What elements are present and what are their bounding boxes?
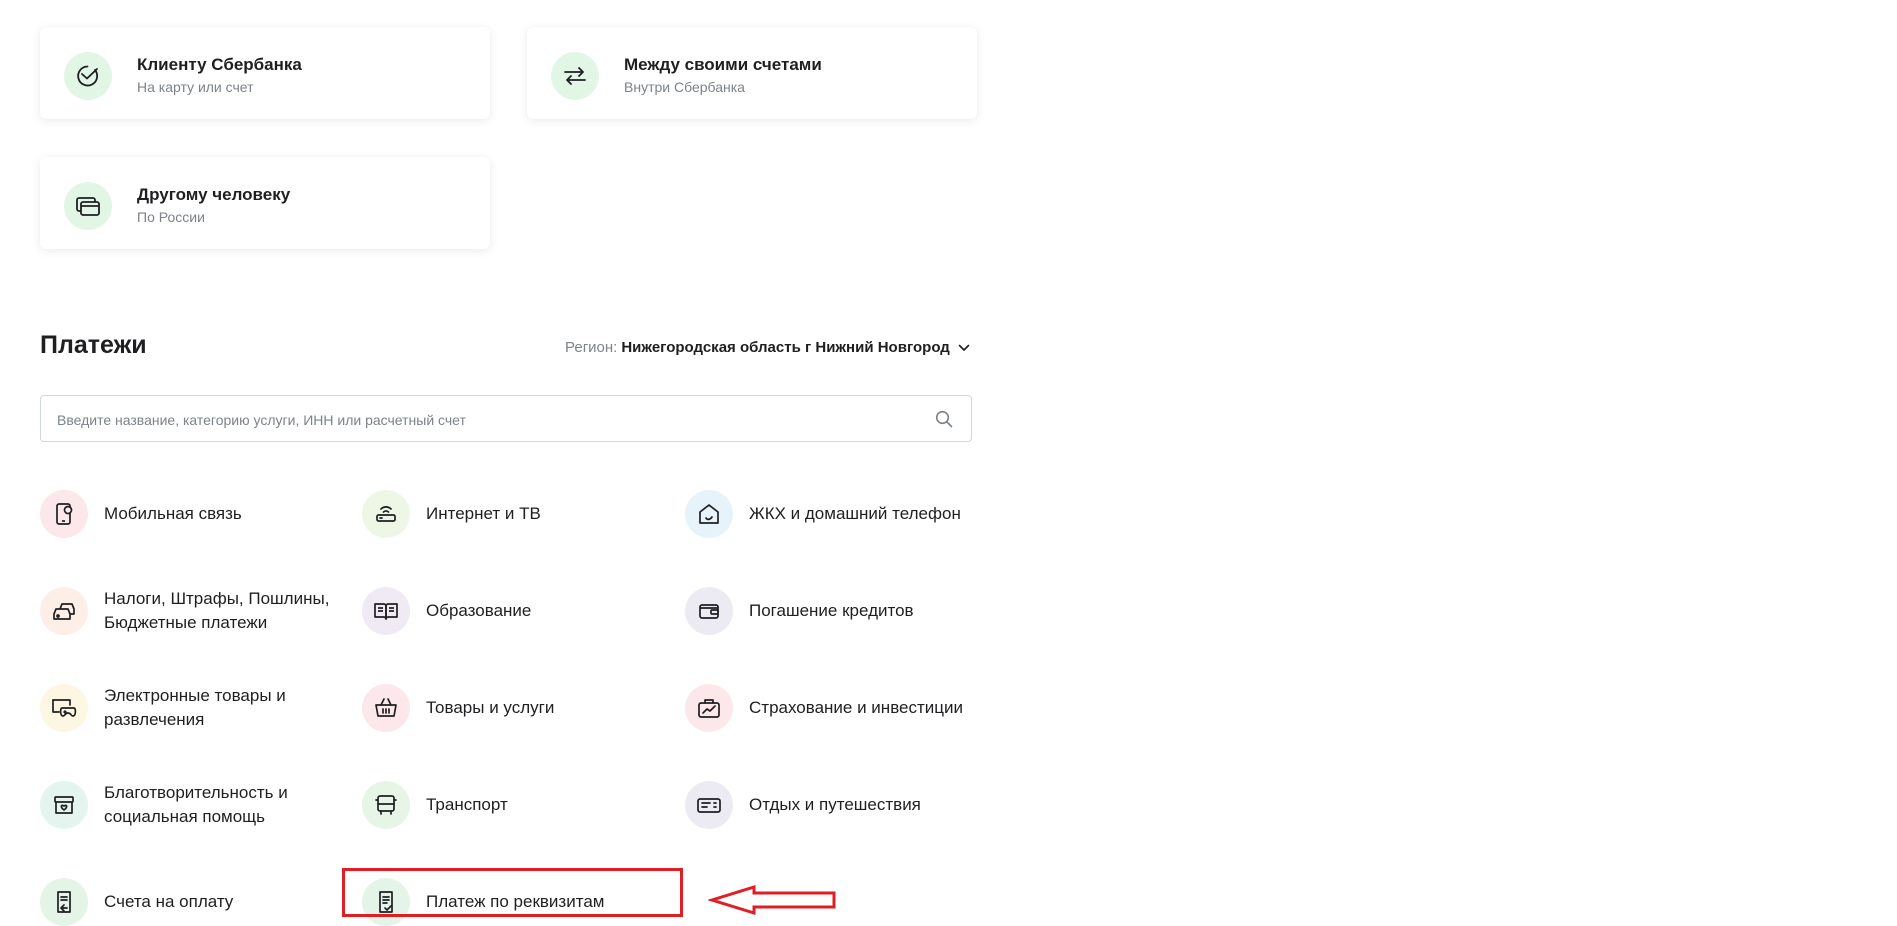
transfer-card-subtitle: Внутри Сбербанка [624, 79, 745, 95]
briefcase-chart-icon [685, 684, 733, 732]
category-label: Мобильная связь [104, 504, 242, 523]
transfer-card-subtitle: По России [137, 209, 205, 225]
category-housing[interactable]: ЖКХ и домашний телефон [685, 490, 979, 538]
category-internet-tv[interactable]: Интернет и ТВ [362, 490, 656, 538]
category-label: ЖКХ и домашний телефон [749, 504, 961, 523]
category-label: Образование [426, 601, 532, 620]
category-charity[interactable]: Благотворительность и социальная помощь [40, 781, 334, 829]
book-icon [362, 587, 410, 635]
category-education[interactable]: Образование [362, 587, 656, 635]
category-label: Транспорт [426, 795, 508, 814]
gamepad-icon [40, 684, 88, 732]
arrows-exchange-icon [551, 52, 599, 100]
category-label: Отдых и путешествия [749, 795, 921, 814]
payments-title: Платежи [40, 331, 147, 359]
mobile-phone-icon [40, 490, 88, 538]
category-label: Страхование и инвестиции [749, 698, 964, 717]
region-label: Регион: [565, 339, 618, 356]
router-icon [362, 490, 410, 538]
search-icon[interactable] [935, 410, 953, 433]
transfer-card-other-person[interactable]: Другому человеку По России [40, 157, 490, 249]
sber-logo-icon [64, 52, 112, 100]
basket-icon [362, 684, 410, 732]
category-insurance[interactable]: Страхование и инвестиции [685, 684, 979, 732]
category-mobile[interactable]: Мобильная связь [40, 490, 334, 538]
category-taxes[interactable]: Налоги, Штрафы, Пошлины, Бюджетные плате… [40, 587, 334, 635]
transfer-card-title: Между своими счетами [624, 55, 822, 74]
house-icon [685, 490, 733, 538]
chevron-down-icon [958, 339, 970, 356]
category-loans[interactable]: Погашение кредитов [685, 587, 979, 635]
transfer-card-own-accounts[interactable]: Между своими счетами Внутри Сбербанка [527, 27, 977, 119]
highlight-box [342, 868, 683, 917]
region-value: Нижегородская область г Нижний Новгород [621, 339, 950, 356]
wallet-icon [685, 587, 733, 635]
category-label: Товары и услуги [426, 698, 555, 717]
region-selector[interactable]: Регион: Нижегородская область г Нижний Н… [565, 339, 970, 356]
category-label: Счета на оплату [104, 892, 234, 911]
cards-icon [64, 182, 112, 230]
ticket-icon [685, 781, 733, 829]
category-goods[interactable]: Товары и услуги [362, 684, 656, 732]
category-label: Налоги, Штрафы, Пошлины, Бюджетные плате… [104, 589, 330, 632]
donation-box-icon [40, 781, 88, 829]
search-input[interactable] [55, 396, 919, 443]
category-entertainment[interactable]: Электронные товары и развлечения [40, 684, 334, 732]
category-label: Погашение кредитов [749, 601, 914, 620]
category-label: Благотворительность и социальная помощь [104, 783, 288, 826]
category-transport[interactable]: Транспорт [362, 781, 656, 829]
transfer-card-title: Другому человеку [137, 185, 291, 204]
category-label: Электронные товары и развлечения [104, 686, 286, 729]
car-icon [40, 587, 88, 635]
transfer-card-subtitle: На карту или счет [137, 79, 254, 95]
transfer-card-sber-client[interactable]: Клиенту Сбербанка На карту или счет [40, 27, 490, 119]
transfer-card-title: Клиенту Сбербанка [137, 55, 302, 74]
category-travel[interactable]: Отдых и путешествия [685, 781, 979, 829]
annotation-arrow-icon [708, 884, 836, 916]
payments-search [40, 395, 972, 443]
bus-icon [362, 781, 410, 829]
category-label: Интернет и ТВ [426, 504, 541, 523]
